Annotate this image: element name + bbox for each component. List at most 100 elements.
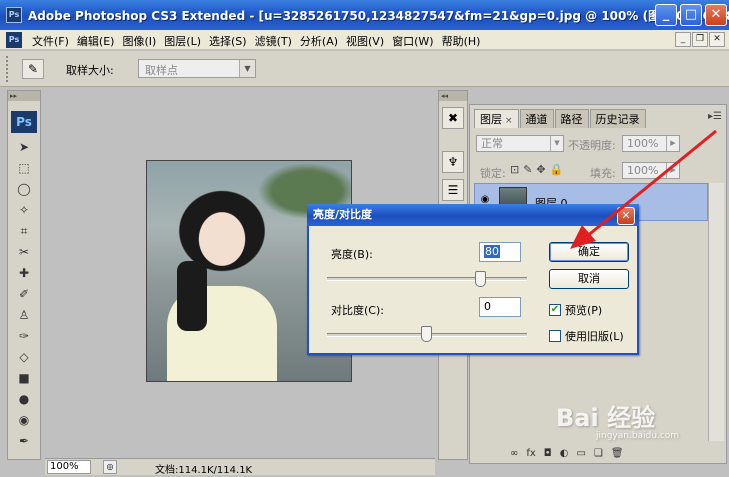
options-grip[interactable] xyxy=(6,56,10,82)
blur-icon[interactable]: ● xyxy=(8,389,40,410)
dock-grip[interactable]: ◂◂ xyxy=(439,91,467,101)
menu-item[interactable]: 图像(I) xyxy=(118,33,160,49)
contrast-slider-thumb[interactable] xyxy=(421,326,432,342)
contrast-input[interactable]: 0 xyxy=(479,297,521,317)
contrast-label: 对比度(C): xyxy=(331,304,384,317)
layers-bottom-toolbar: ∞ fx ◘ ◐ ▭ ❏ 🗑 xyxy=(510,448,624,459)
sample-size-select[interactable]: 取样点 ▼ xyxy=(138,59,256,78)
menu-item[interactable]: 滤镜(T) xyxy=(251,33,296,49)
cancel-button[interactable]: 取消 xyxy=(549,269,629,289)
legacy-checkbox[interactable] xyxy=(549,330,561,342)
ps-logo[interactable]: Ps xyxy=(11,111,37,133)
layer-comps-icon[interactable]: ☰ xyxy=(442,179,464,201)
opacity-field[interactable]: 100% ▶ xyxy=(622,135,680,152)
brightness-value: 80 xyxy=(484,245,500,258)
brush-icon[interactable]: ✐ xyxy=(8,284,40,305)
menu-items: 文件(F) 编辑(E) 图像(I) 图层(L) 选择(S) 滤镜(T) 分析(A) 视图(V)… xyxy=(28,33,484,49)
preview-checkbox[interactable]: ✔ xyxy=(549,304,561,316)
chevron-down-icon: ▼ xyxy=(239,60,255,77)
menu-item[interactable]: 视图(V) xyxy=(342,33,388,49)
eraser-icon[interactable]: ◇ xyxy=(8,347,40,368)
zoom-field[interactable]: 100% xyxy=(47,460,91,474)
tab-label: 通道 xyxy=(525,113,548,126)
menu-item[interactable]: 编辑(E) xyxy=(73,33,119,49)
move-tool-icon[interactable]: ➤ xyxy=(8,137,40,158)
document-info: 文档:114.1K/114.1K xyxy=(155,465,253,476)
watermark-brand: Bai 经验 xyxy=(556,404,656,432)
magic-wand-icon[interactable]: ✧ xyxy=(8,200,40,221)
status-bar: 100% ◎ 文档:114.1K/114.1K xyxy=(45,458,435,476)
pen-icon[interactable]: ✒ xyxy=(8,431,40,452)
new-layer-icon[interactable]: ❏ xyxy=(594,448,603,459)
brushes-panel-icon[interactable]: ♆ xyxy=(442,151,464,173)
maximize-button[interactable]: □ xyxy=(680,4,702,26)
status-nav-icon[interactable]: ◎ xyxy=(103,460,117,474)
ok-button[interactable]: 确定 xyxy=(549,242,629,262)
close-button[interactable]: ✕ xyxy=(705,4,727,26)
doc-close-button[interactable]: ✕ xyxy=(709,32,725,47)
menu-item[interactable]: 窗口(W) xyxy=(388,33,437,49)
lock-icons[interactable]: ⊡✎✥🔒 xyxy=(510,163,567,176)
fill-label: 填充: xyxy=(590,167,616,180)
chevron-down-icon: ▼ xyxy=(550,136,563,151)
menu-item[interactable]: 选择(S) xyxy=(205,33,251,49)
mask-icon[interactable]: ◘ xyxy=(544,448,552,459)
doc-restore-button[interactable]: ❐ xyxy=(692,32,708,47)
photoshop-app-icon[interactable]: Ps xyxy=(6,7,22,23)
tab-panel[interactable]: 路径 xyxy=(554,109,589,128)
tab-panel[interactable]: 历史记录 xyxy=(589,109,646,128)
legacy-label: 使用旧版(L) xyxy=(565,330,624,343)
fill-field[interactable]: 100% ▶ xyxy=(622,162,680,179)
opacity-label: 不透明度: xyxy=(568,139,616,152)
window-title: Adobe Photoshop CS3 Extended - [u=328526… xyxy=(28,9,729,23)
menu-item[interactable]: 文件(F) xyxy=(28,33,73,49)
fx-icon[interactable]: fx xyxy=(526,448,535,459)
brightness-contrast-dialog: 亮度/对比度 ✕ 亮度(B): 80 对比度(C): 0 确定 取消 ✔ 预览(… xyxy=(307,204,639,355)
tab-label: 图层 xyxy=(480,113,502,126)
tab-close-icon[interactable]: × xyxy=(505,116,513,126)
slice-icon[interactable]: ✂ xyxy=(8,242,40,263)
menu-item[interactable]: 帮助(H) xyxy=(438,33,485,49)
opacity-value: 100% xyxy=(627,137,659,150)
toolbox-grip[interactable]: ▸▸ xyxy=(8,91,40,101)
group-icon[interactable]: ▭ xyxy=(576,448,585,459)
stamp-icon[interactable]: ♙ xyxy=(8,305,40,326)
toolbox: ▸▸ Ps ➤ ⬚ ◯ ✧ ⌗ ✂ ✚ ✐ ♙ ✑ ◇ ■ ● ◉ ✒ xyxy=(7,90,41,460)
tools-panel-icon[interactable]: ✖ xyxy=(442,107,464,129)
sample-size-value: 取样点 xyxy=(145,64,178,77)
dialog-close-button[interactable]: ✕ xyxy=(617,207,635,225)
lock-label: 锁定: xyxy=(480,167,506,180)
contrast-value: 0 xyxy=(484,300,491,313)
healing-brush-icon[interactable]: ✚ xyxy=(8,263,40,284)
menu-item[interactable]: 分析(A) xyxy=(296,33,342,49)
tab-panel[interactable]: 通道 xyxy=(519,109,554,128)
menu-item[interactable]: 图层(L) xyxy=(160,33,205,49)
tab-label: 历史记录 xyxy=(595,113,640,126)
preview-label: 预览(P) xyxy=(565,304,603,317)
trash-icon[interactable]: 🗑 xyxy=(611,448,624,459)
brightness-slider[interactable] xyxy=(327,277,527,281)
brightness-label: 亮度(B): xyxy=(331,248,373,261)
history-brush-icon[interactable]: ✑ xyxy=(8,326,40,347)
dodge-icon[interactable]: ◉ xyxy=(8,410,40,431)
lasso-tool-icon[interactable]: ◯ xyxy=(8,179,40,200)
dialog-title: 亮度/对比度 xyxy=(307,204,639,226)
brightness-input[interactable]: 80 xyxy=(479,242,521,262)
document-icon[interactable]: Ps xyxy=(6,32,22,48)
adjustment-icon[interactable]: ◐ xyxy=(560,448,569,459)
link-icon[interactable]: ∞ xyxy=(510,448,518,459)
eyedropper-icon[interactable]: ✎ xyxy=(22,59,44,79)
marquee-tool-icon[interactable]: ⬚ xyxy=(8,158,40,179)
layers-scrollbar[interactable] xyxy=(708,183,724,441)
blend-mode-select[interactable]: 正常 ▼ xyxy=(476,135,564,152)
fill-value: 100% xyxy=(627,164,659,177)
tab-panel[interactable]: 图层 × xyxy=(474,109,519,128)
gradient-icon[interactable]: ■ xyxy=(8,368,40,389)
doc-minimize-button[interactable]: _ xyxy=(675,32,691,47)
minimize-button[interactable]: _ xyxy=(655,4,677,26)
panel-menu-icon[interactable]: ▸☰ xyxy=(708,111,722,122)
brightness-slider-thumb[interactable] xyxy=(475,271,486,287)
tab-label: 路径 xyxy=(560,113,583,126)
crop-icon[interactable]: ⌗ xyxy=(8,221,40,242)
baidu-watermark: Bai 经验 jingyan.baidu.com xyxy=(556,398,679,441)
